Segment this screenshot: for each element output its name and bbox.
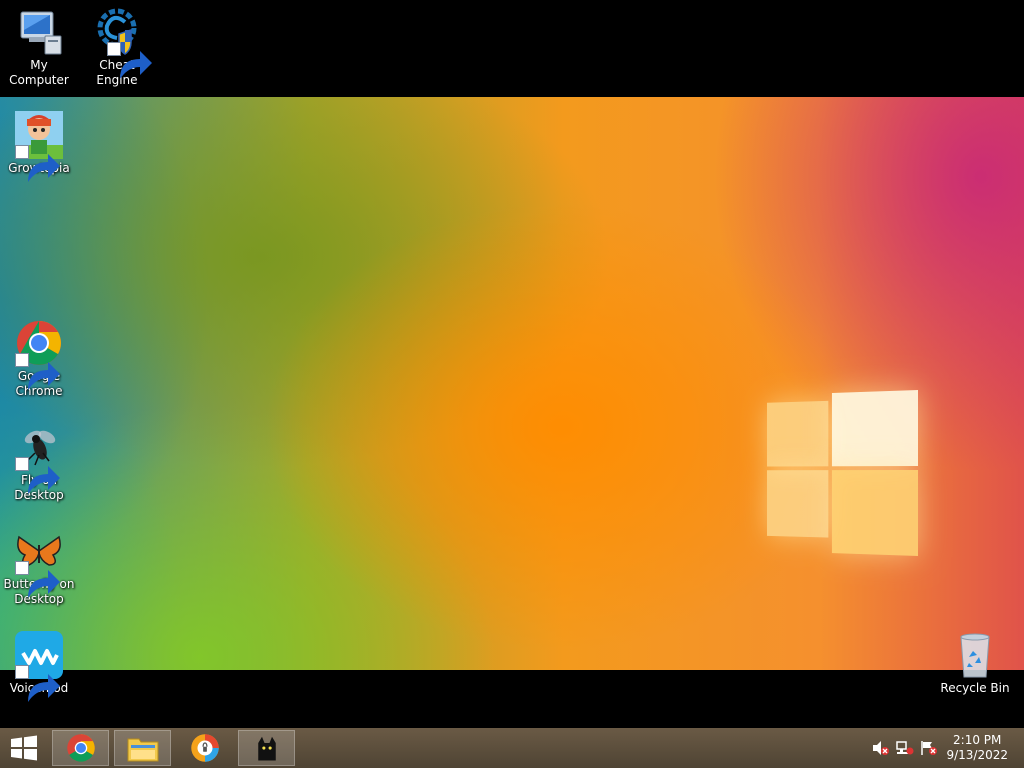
computer-icon bbox=[20, 11, 62, 55]
shortcut-arrow-icon bbox=[15, 561, 60, 598]
shortcut-arrow-icon bbox=[107, 42, 152, 79]
desktop-icon-voicemod[interactable]: Voicemod bbox=[0, 631, 78, 702]
icon-label: Recycle Bin bbox=[940, 681, 1010, 695]
desktop-icon-cheat-engine[interactable]: Cheat Engine bbox=[78, 8, 156, 88]
recycle-bin-icon bbox=[960, 633, 990, 678]
taskbar-app-cat[interactable] bbox=[238, 730, 295, 766]
clock-time: 2:10 PM bbox=[953, 733, 1002, 747]
windows-logo-glow bbox=[767, 390, 918, 558]
clock-date: 9/13/2022 bbox=[946, 748, 1008, 762]
shortcut-arrow-icon bbox=[15, 145, 60, 182]
network-icon[interactable] bbox=[896, 740, 914, 756]
windows-logo-icon bbox=[11, 735, 37, 761]
taskbar: 2:10 PM 9/13/2022 bbox=[0, 728, 1024, 768]
shortcut-arrow-icon bbox=[15, 353, 60, 390]
clock[interactable]: 2:10 PM 9/13/2022 bbox=[946, 733, 1008, 763]
speaker-muted-icon[interactable] bbox=[872, 740, 890, 756]
secure-browser-icon bbox=[190, 734, 219, 762]
desktop-wallpaper bbox=[0, 97, 1024, 670]
desktop-icon-google-chrome[interactable]: Google Chrome bbox=[0, 319, 78, 399]
start-button[interactable] bbox=[0, 728, 48, 768]
system-tray bbox=[872, 728, 938, 768]
cat-icon bbox=[257, 736, 276, 761]
desktop-icon-recycle-bin[interactable]: Recycle Bin bbox=[936, 631, 1014, 696]
desktop-icon-butterfly-on-desktop[interactable]: Butterfly on Desktop bbox=[0, 527, 78, 607]
shortcut-arrow-icon bbox=[15, 457, 60, 494]
chrome-icon bbox=[66, 734, 95, 762]
desktop-icon-growtopia[interactable]: Growtopia bbox=[0, 111, 78, 182]
action-center-flag-icon[interactable] bbox=[920, 740, 938, 756]
shortcut-arrow-icon bbox=[15, 665, 60, 702]
taskbar-app-chrome[interactable] bbox=[52, 730, 109, 766]
desktop-icon-my-computer[interactable]: My Computer bbox=[0, 8, 78, 88]
folder-icon bbox=[127, 738, 158, 762]
taskbar-app-secure-browser[interactable] bbox=[176, 730, 233, 766]
icon-label: My Computer bbox=[9, 58, 69, 87]
desktop-icon-fly-on-desktop[interactable]: Fly on Desktop bbox=[0, 423, 78, 503]
taskbar-app-file-explorer[interactable] bbox=[114, 730, 171, 766]
